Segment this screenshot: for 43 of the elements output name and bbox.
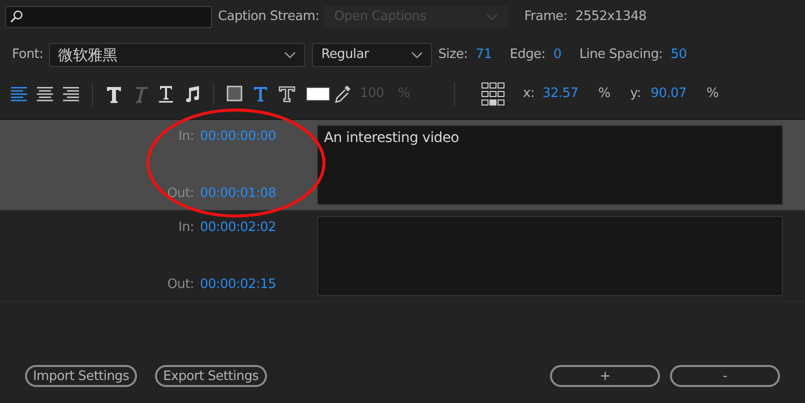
size-value[interactable]: 71: [476, 45, 492, 65]
opacity-unit: %: [398, 85, 410, 104]
search-icon: [10, 10, 23, 23]
out-timecode[interactable]: 00:00:01:08: [200, 184, 276, 203]
edge-value[interactable]: 0: [553, 45, 562, 65]
in-timecode[interactable]: 00:00:00:00: [200, 127, 276, 146]
position-grid-icon[interactable]: [480, 81, 505, 107]
search-field[interactable]: [5, 6, 212, 28]
out-timecode[interactable]: 00:00:02:15: [200, 274, 276, 294]
line-spacing-label: Line Spacing:: [579, 46, 663, 64]
font-label: Font:: [12, 46, 44, 64]
font-dropdown[interactable]: 微软雅黑: [49, 43, 306, 67]
out-label: Out:: [167, 184, 194, 202]
add-button[interactable]: +: [550, 365, 660, 387]
y-value[interactable]: 90.07: [650, 84, 686, 104]
caption-text: An interesting video: [324, 130, 459, 146]
out-label: Out:: [167, 276, 194, 294]
settings-button[interactable]: Import Settings: [25, 365, 138, 387]
frame-label: Frame:: [524, 8, 568, 26]
in-label: In:: [178, 128, 194, 146]
caption-stream-label: Caption Stream:: [218, 8, 320, 26]
in-label: In:: [178, 219, 194, 237]
edge-label: Edge:: [510, 46, 546, 64]
y-unit: %: [706, 85, 719, 104]
caption-row[interactable]: In: 00:00:00:00 Out: 00:00:01:08 An interesting video: [0, 120, 805, 211]
chevron-down-icon: [411, 51, 424, 59]
color-swatch[interactable]: [306, 87, 330, 101]
x-label: x:: [522, 85, 534, 104]
font-style-dropdown[interactable]: Regular: [312, 43, 432, 67]
line-spacing-value[interactable]: 50: [670, 45, 687, 65]
settings-button[interactable]: Export Settings: [155, 365, 267, 387]
caption-text-field[interactable]: [317, 216, 783, 296]
eyedropper-icon[interactable]: [334, 84, 352, 104]
chevron-down-icon: [486, 12, 498, 20]
x-unit: %: [598, 85, 610, 104]
chevron-down-icon: [284, 51, 296, 59]
remove-button[interactable]: -: [670, 365, 780, 387]
y-label: y:: [630, 85, 641, 104]
frame-value: 2552x1348: [575, 8, 647, 26]
size-label: Size:: [438, 46, 468, 64]
in-timecode[interactable]: 00:00:02:02: [200, 218, 276, 238]
x-value[interactable]: 32.57: [542, 84, 578, 104]
caption-text-field[interactable]: An interesting video: [317, 125, 783, 205]
